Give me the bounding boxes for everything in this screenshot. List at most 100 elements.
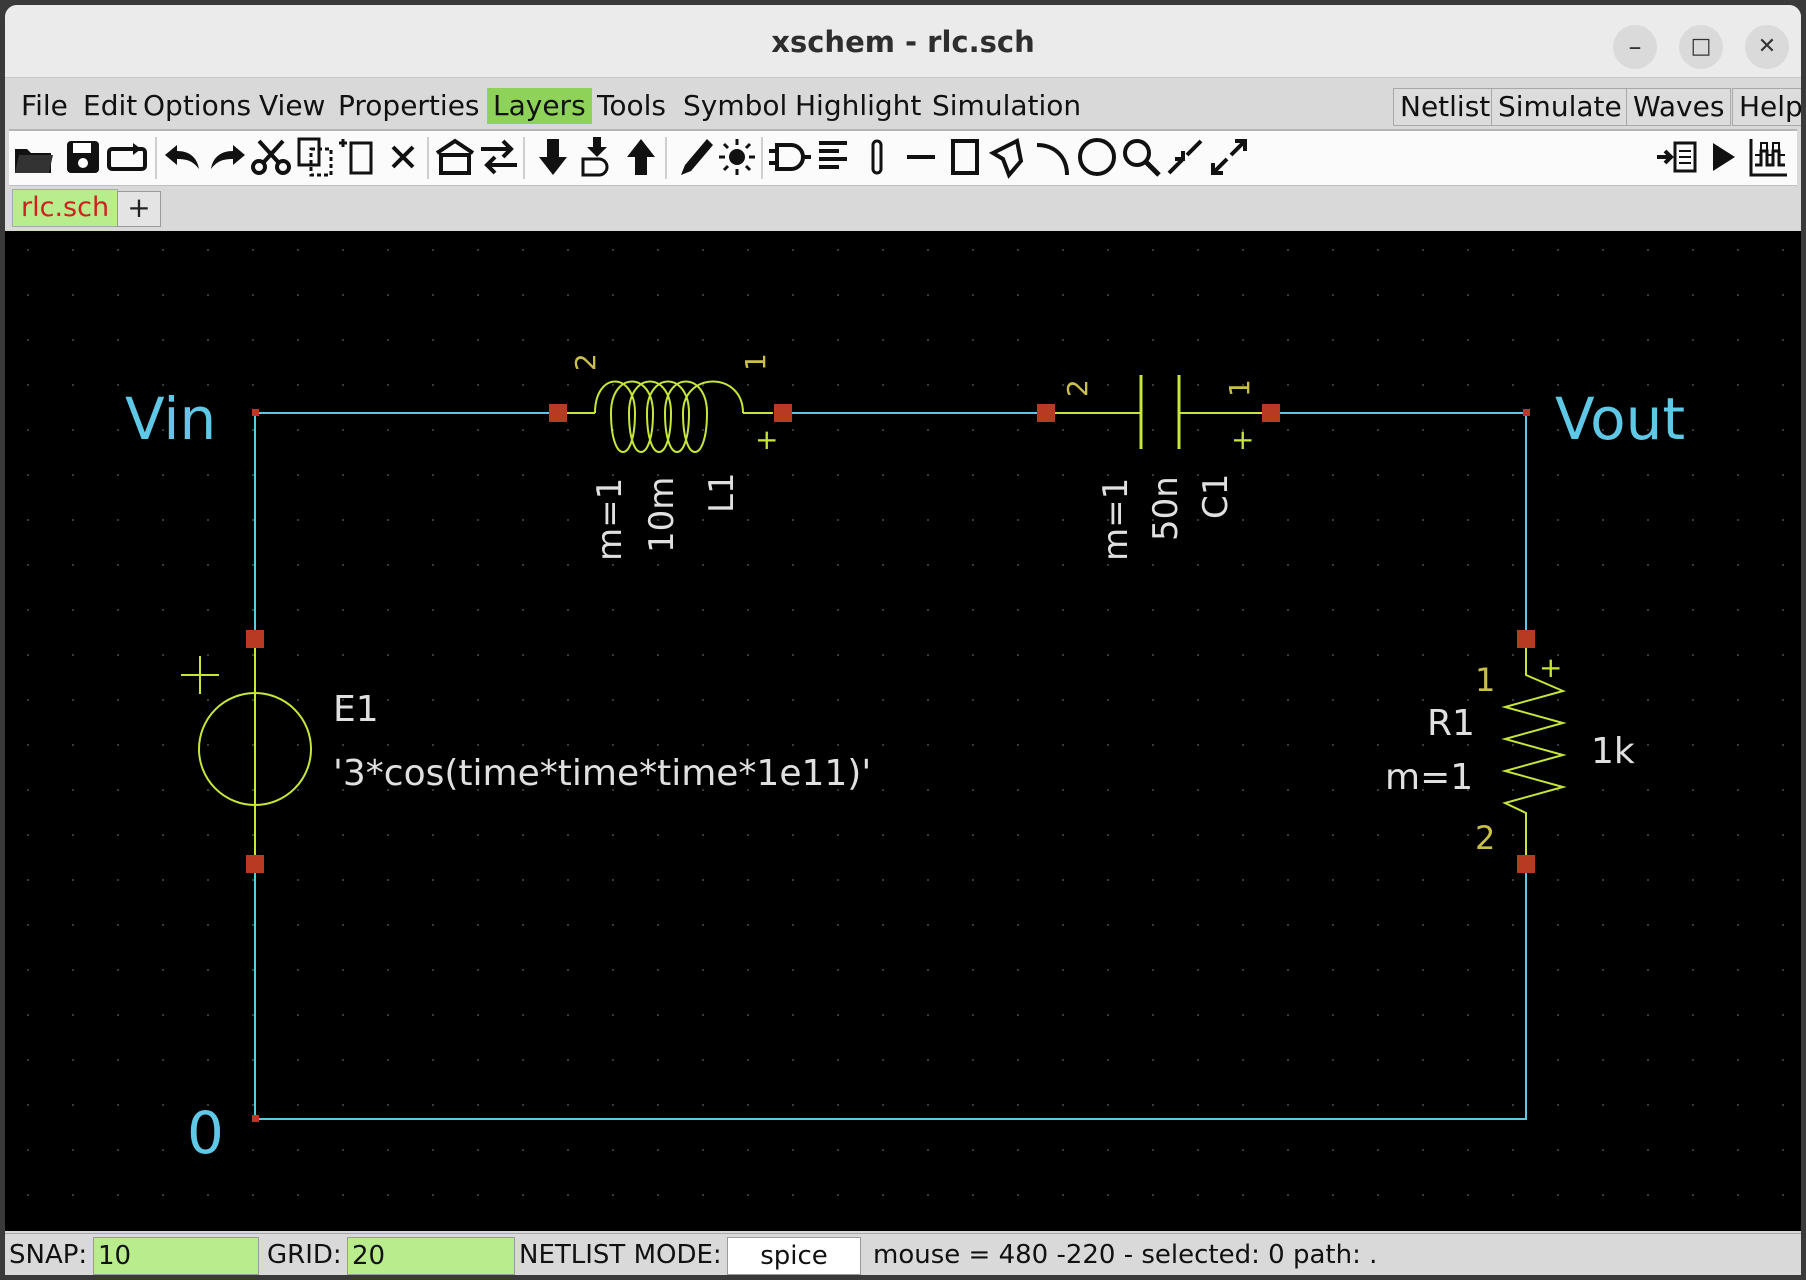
circle-icon[interactable] xyxy=(1075,135,1119,179)
menu-tools[interactable]: Tools xyxy=(591,88,672,124)
pin-label-l1-2: 2 xyxy=(569,353,602,371)
swap-icon[interactable] xyxy=(477,135,521,179)
menu-file[interactable]: File xyxy=(15,88,74,124)
resistor-value: 1k xyxy=(1591,731,1635,772)
capacitor-mult: m=1 xyxy=(1096,478,1136,561)
arc-icon[interactable] xyxy=(1031,135,1075,179)
descend-symbol-icon[interactable] xyxy=(575,135,619,179)
toolbar-separator xyxy=(761,137,763,179)
simulate-icon[interactable] xyxy=(1701,135,1745,179)
source-expression: '3*cos(time*time*time*1e11)' xyxy=(333,753,871,794)
toolbar-separator xyxy=(665,137,667,179)
plus-mark: + xyxy=(1231,423,1254,456)
line-icon[interactable] xyxy=(899,135,943,179)
inductor-value: 10m xyxy=(642,477,682,553)
zoom-icon[interactable] xyxy=(1119,135,1163,179)
save-icon[interactable] xyxy=(61,135,105,179)
plus-mark: + xyxy=(755,423,778,456)
net-label-pin xyxy=(252,409,259,416)
zoom-in-icon[interactable] xyxy=(1163,135,1207,179)
menu-options[interactable]: Options xyxy=(137,88,257,124)
rectangle-icon[interactable] xyxy=(943,135,987,179)
maximize-button[interactable]: □ xyxy=(1679,25,1723,69)
window-title: xschem - rlc.sch xyxy=(771,25,1035,59)
undo-icon[interactable] xyxy=(161,135,205,179)
pin-c1-1[interactable] xyxy=(1262,404,1280,422)
pin-r1-1[interactable] xyxy=(1517,630,1535,648)
cut-icon[interactable] xyxy=(249,135,293,179)
help-button[interactable]: Help xyxy=(1732,88,1801,126)
minimize-button[interactable]: – xyxy=(1613,25,1657,69)
ascend-icon[interactable] xyxy=(619,135,663,179)
snap-label: SNAP: xyxy=(9,1240,88,1270)
netlist-icon[interactable] xyxy=(1655,135,1699,179)
menu-view[interactable]: View xyxy=(253,88,331,124)
pin-e1-minus[interactable] xyxy=(246,855,264,873)
move-icon[interactable] xyxy=(337,135,381,179)
draw-wire-icon[interactable] xyxy=(671,135,715,179)
inductor-name: L1 xyxy=(702,472,742,513)
schematic-canvas[interactable]: Vin Vout 0 + 2 1 m=1 10m L1 + 2 1 m=1 50… xyxy=(5,231,1801,1231)
pin-icon[interactable] xyxy=(855,135,899,179)
waves-icon[interactable] xyxy=(1747,135,1791,179)
toolbar xyxy=(9,131,1797,186)
source-name: E1 xyxy=(333,689,379,730)
pin-label-r1-2: 2 xyxy=(1475,819,1495,857)
tab-rlc-sch[interactable]: rlc.sch xyxy=(12,189,119,227)
app-window: xschem - rlc.sch – □ ✕ File Edit Options… xyxy=(5,5,1801,1275)
copy-icon[interactable] xyxy=(293,135,337,179)
descend-icon[interactable] xyxy=(531,135,575,179)
menu-bar: File Edit Options View Properties Layers… xyxy=(9,85,1801,131)
close-button[interactable]: ✕ xyxy=(1745,25,1789,69)
waves-button[interactable]: Waves xyxy=(1626,88,1732,126)
capacitor-value: 50n xyxy=(1146,476,1186,541)
simulate-button[interactable]: Simulate xyxy=(1491,88,1629,126)
pin-label-c1-2: 2 xyxy=(1061,379,1094,397)
netlist-button[interactable]: Netlist xyxy=(1393,88,1498,126)
menu-highlight[interactable]: Highlight xyxy=(789,88,927,124)
zoom-full-icon[interactable] xyxy=(1207,135,1251,179)
net-label-vout[interactable]: Vout xyxy=(1555,385,1685,453)
resistor-name: R1 xyxy=(1427,703,1475,744)
toolbar-separator xyxy=(427,137,429,179)
pin-l1-1[interactable] xyxy=(774,404,792,422)
resistor-mult: m=1 xyxy=(1385,757,1473,798)
plus-mark: + xyxy=(1539,651,1562,684)
menu-properties[interactable]: Properties xyxy=(332,88,486,124)
redo-icon[interactable] xyxy=(205,135,249,179)
status-bar: SNAP: 10 GRID: 20 NETLIST MODE: spice mo… xyxy=(5,1233,1801,1275)
toolbar-separator xyxy=(523,137,525,179)
polygon-icon[interactable] xyxy=(987,135,1031,179)
delete-icon[interactable] xyxy=(381,135,425,179)
menu-symbol[interactable]: Symbol xyxy=(677,88,793,124)
open-icon[interactable] xyxy=(11,135,55,179)
title-bar: xschem - rlc.sch – □ ✕ xyxy=(5,5,1801,78)
grid-input[interactable]: 20 xyxy=(347,1237,515,1275)
snap-input[interactable]: 10 xyxy=(93,1237,259,1275)
grid-label: GRID: xyxy=(267,1240,342,1270)
net-label-pin xyxy=(252,1115,259,1122)
highlight-icon[interactable] xyxy=(715,135,759,179)
status-info: mouse = 480 -220 - selected: 0 path: . xyxy=(873,1240,1378,1270)
menu-layers[interactable]: Layers xyxy=(487,88,592,124)
netlist-mode-label: NETLIST MODE: xyxy=(519,1240,722,1270)
pin-l1-2[interactable] xyxy=(549,404,567,422)
pin-r1-2[interactable] xyxy=(1517,855,1535,873)
netlist-mode-select[interactable]: spice xyxy=(727,1237,861,1275)
menu-simulation[interactable]: Simulation xyxy=(926,88,1087,124)
toolbar-separator xyxy=(155,137,157,179)
add-tab-button[interactable]: + xyxy=(117,191,161,227)
menu-edit[interactable]: Edit xyxy=(77,88,143,124)
pin-c1-2[interactable] xyxy=(1037,404,1055,422)
insert-symbol-icon[interactable] xyxy=(767,135,811,179)
tab-bar: rlc.sch + xyxy=(9,187,1797,229)
net-label-vin[interactable]: Vin xyxy=(125,385,216,453)
pin-label-r1-1: 1 xyxy=(1475,661,1495,699)
reload-icon[interactable] xyxy=(105,135,149,179)
pin-e1-plus[interactable] xyxy=(246,630,264,648)
net-label-ground[interactable]: 0 xyxy=(187,1099,224,1167)
text-icon[interactable] xyxy=(811,135,855,179)
capacitor-name: C1 xyxy=(1196,474,1236,519)
inductor-mult: m=1 xyxy=(590,478,630,561)
push-hierarchy-icon[interactable] xyxy=(433,135,477,179)
